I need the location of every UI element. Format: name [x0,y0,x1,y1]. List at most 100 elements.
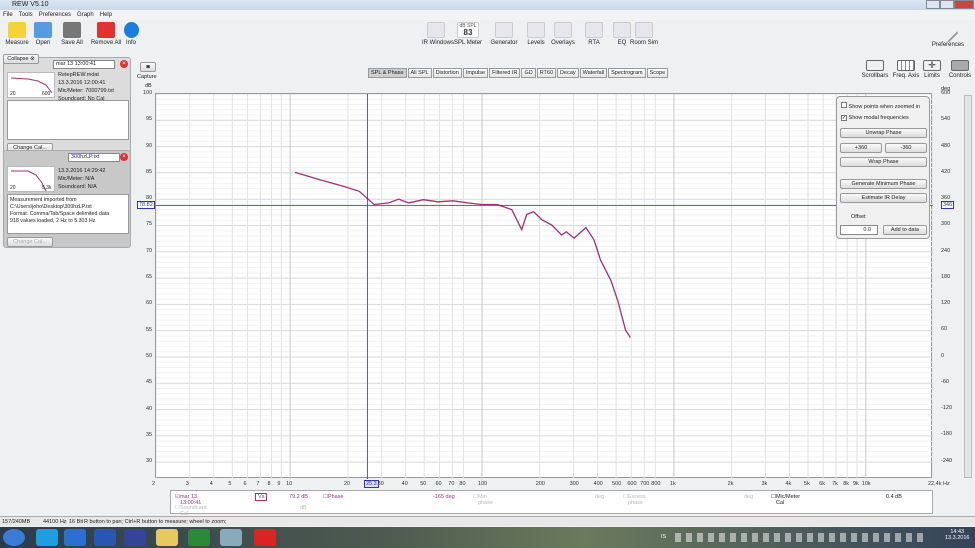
info-button[interactable]: Info [117,22,145,46]
x-tick-label: 3 [185,481,189,487]
vertical-scrollbar[interactable] [964,95,972,478]
close-button[interactable] [954,0,974,9]
spl-meter-button[interactable]: dB SPL 83 SPL Meter [452,22,484,46]
soundcard-cal-checkbox[interactable]: ☐ Soundcard Cal [175,505,207,517]
y2-tick-label: -60 [941,378,949,385]
x-tick-label: 4 [209,481,213,487]
measurement-notes[interactable]: Measurement imported from C:\Users\joho\… [7,194,129,234]
x-tick-label: 500 [612,481,622,487]
ie-icon[interactable] [64,529,86,546]
menu-graph[interactable]: Graph [77,12,94,18]
measurement-panel-1: mar 13 13:00:41 × 20 600 RetepREW.mdat 1… [3,57,131,155]
x-tick-label: 800 [651,481,661,487]
y-tick-label: 35 [146,431,153,438]
controls-icon [951,60,969,71]
x-tick-label: 7 [256,481,260,487]
generator-button[interactable]: Generator [490,22,518,46]
wrap-phase-button[interactable]: Wrap Phase [840,157,927,167]
tab-all-spl[interactable]: All SPL [407,68,432,78]
offset-input[interactable]: 0.0 [840,225,878,235]
y2-tick-label: 60 [941,326,948,333]
y-tick-label: 60 [146,300,153,307]
unwrap-phase-button[interactable]: Unwrap Phase [840,128,927,138]
tab-waterfall[interactable]: Waterfall [579,68,608,78]
add-to-data-button[interactable]: Add to data [883,225,927,235]
controls-button[interactable]: Controls [945,60,975,79]
collapse-button[interactable]: Collapse ⊗ [3,54,39,64]
y-tick-label: 75 [146,221,153,228]
measurement-name-input[interactable]: mar 13 13:00:41 [53,60,115,69]
menu-preferences[interactable]: Preferences [39,12,71,18]
legend-line-style-icon[interactable]: Vs [255,493,268,501]
measure-button[interactable]: Measure [3,22,31,46]
tab-gd[interactable]: GD [521,68,536,78]
y2-tick-label: -120 [941,405,953,411]
tab-filtered-ir[interactable]: Filtered IR [489,68,521,78]
explorer-icon[interactable] [156,529,178,546]
mic-cal-checkbox[interactable]: ☐ Mic/Meter Cal [771,494,800,506]
overlays-button[interactable]: Overlays [549,22,577,46]
change-cal-button[interactable]: Change Cal... [7,237,53,247]
minimize-button[interactable] [926,0,940,9]
preferences-button[interactable]: Preferences [922,21,974,48]
plus-360-button[interactable]: +360 [840,143,882,153]
limits-button[interactable]: ✛ Limits [917,60,947,79]
measurement-notes[interactable] [7,100,129,140]
legend-phase-value: -165 deg [433,494,455,500]
x-tick-label: 10k [861,481,871,487]
show-modal-checkbox[interactable]: ✓ [841,115,847,121]
generate-minimum-phase-button[interactable]: Generate Minimum Phase [840,179,927,189]
clock[interactable]: 14:43 13.3.2016 [945,529,969,541]
menu-file[interactable]: File [3,12,13,18]
capture-button[interactable]: ◙ [140,62,156,72]
excess-phase-checkbox[interactable]: ☐ Excess phase [623,494,646,506]
notes-icon[interactable] [220,529,242,546]
show-points-checkbox[interactable] [841,102,847,108]
scrollbars-button[interactable]: Scrollbars [858,60,892,79]
spl-phase-graph[interactable] [155,93,934,479]
menu-tools[interactable]: Tools [19,12,33,18]
open-button[interactable]: Open [29,22,57,46]
rew-taskbar-icon[interactable] [124,529,146,546]
save-all-button[interactable]: Save All [58,22,86,46]
y2-tick-label: 0 [941,352,945,359]
tab-rt60[interactable]: RT60 [536,68,557,78]
x-tick-label: 300 [569,481,579,487]
estimate-ir-delay-button[interactable]: Estimate IR Delay [840,193,927,203]
minus-360-button[interactable]: -360 [885,143,927,153]
ir-windows-button[interactable]: IR Windows [422,22,454,46]
tab-decay[interactable]: Decay [557,68,579,78]
mic-cal-value: 0.4 dB [886,494,902,500]
red-app-icon[interactable] [254,529,276,546]
tab-spectrogram[interactable]: Spectrogram [608,68,646,78]
levels-button[interactable]: Levels [522,22,550,46]
y2-tick-label: 420 [941,168,951,175]
maximize-button[interactable] [940,0,954,9]
x-tick-label: 60 [435,481,442,487]
room-sim-icon [635,22,653,38]
rta-button[interactable]: RTA [580,22,608,46]
room-sim-button[interactable]: Room Sim [630,22,658,46]
close-measurement-icon[interactable]: × [120,153,128,161]
legend-measurement[interactable]: ☑ mar 13 13:00:41 [175,494,201,506]
close-measurement-icon[interactable]: × [120,60,128,68]
x-tick-label: 1k [669,481,676,487]
excel-icon[interactable] [188,529,210,546]
window-title: REW V5.10 [12,1,49,8]
system-tray-icons[interactable] [675,533,925,542]
tab-spl-phase[interactable]: SPL & Phase [368,68,407,78]
start-button[interactable] [3,529,25,546]
tab-scope[interactable]: Scope [646,68,669,78]
y2-tick-label: 480 [941,142,951,149]
menu-help[interactable]: Help [100,12,112,18]
status-bar: 157/240MB 44100 Hz 16 Bit R button to pa… [0,516,975,526]
phase-checkbox[interactable]: ☐ Phase [323,494,344,500]
tab-impulse[interactable]: Impulse [462,68,489,78]
measurement-name-input[interactable]: 300hzLP.txt [68,153,120,162]
min-phase-checkbox[interactable]: ☐ Min phase [473,494,493,506]
spl-meter-value: 83 [463,28,473,37]
tab-distortion[interactable]: Distortion [432,68,462,78]
skype-icon[interactable] [36,529,58,546]
language-indicator[interactable]: IS [661,534,666,540]
app-icon[interactable] [94,529,116,546]
